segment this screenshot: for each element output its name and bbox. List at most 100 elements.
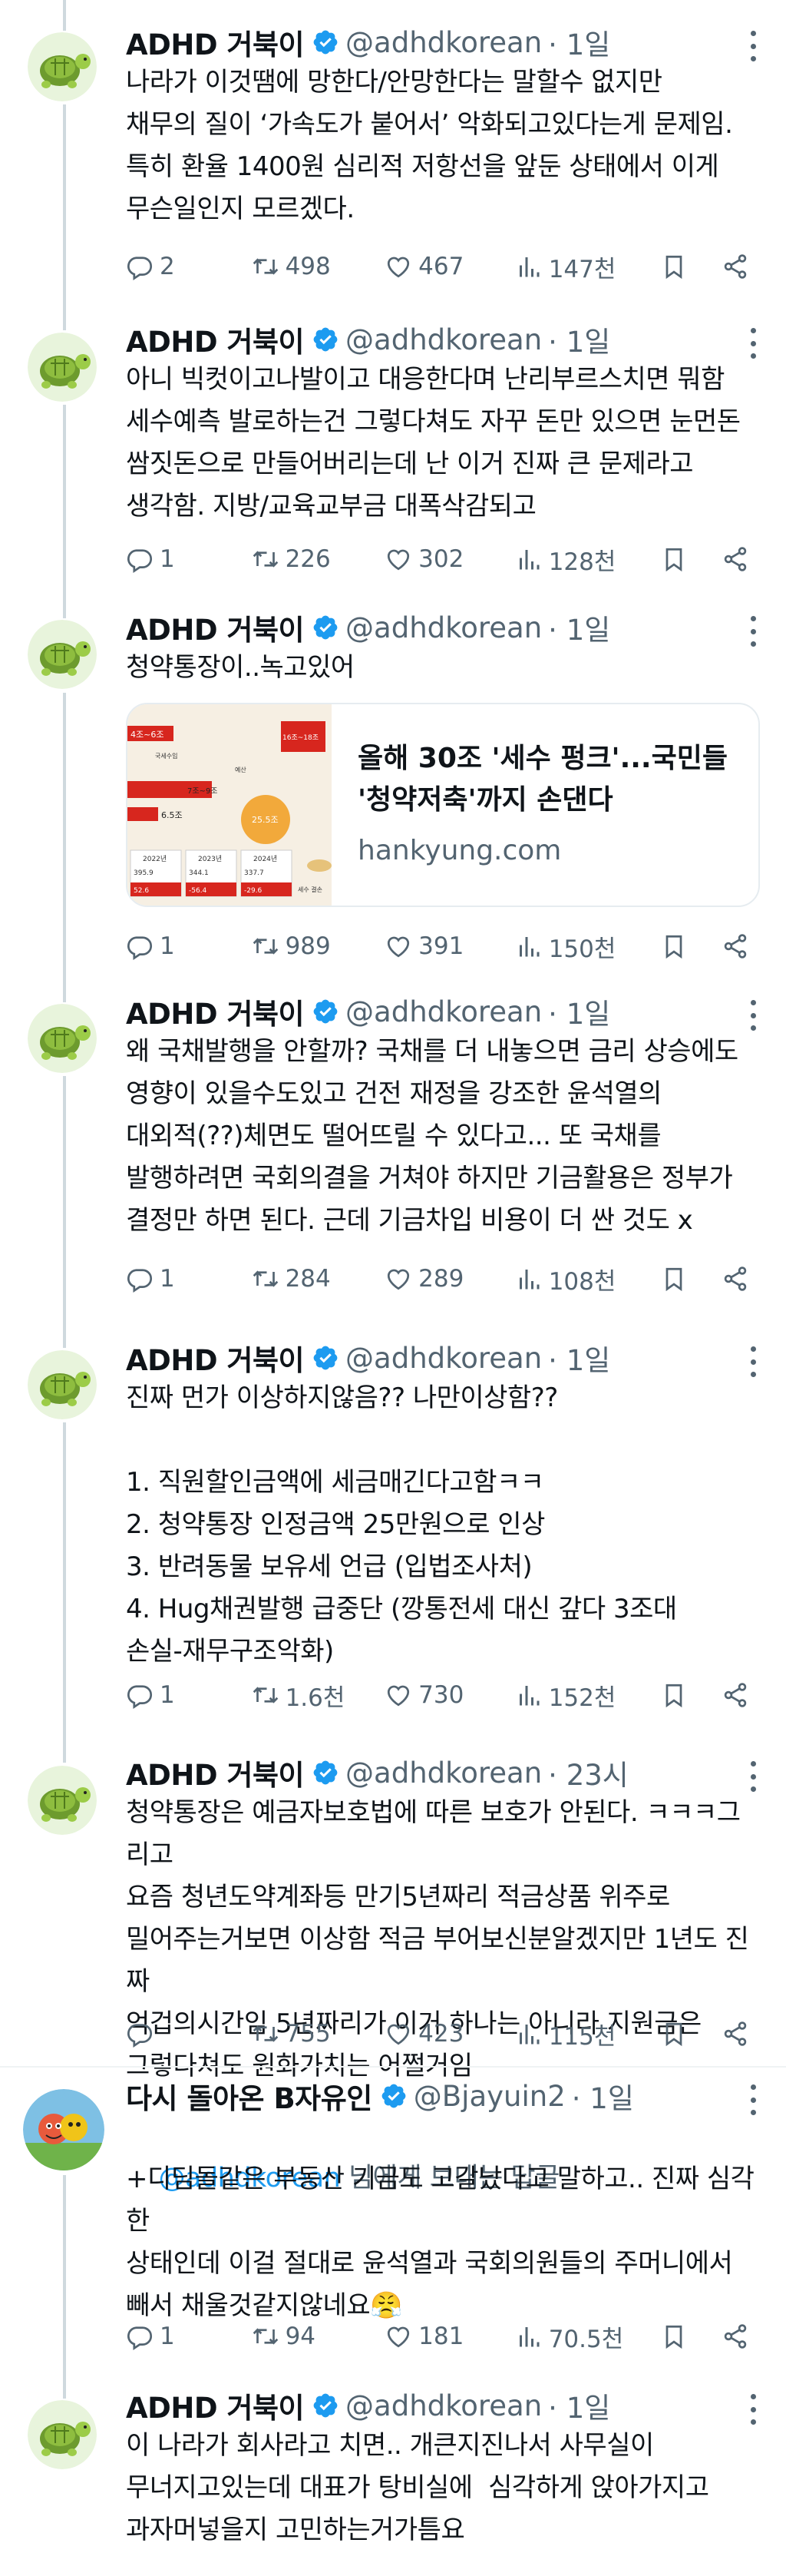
reply-icon <box>127 936 152 960</box>
reply-button[interactable]: 1 <box>126 1681 252 1709</box>
bookmark-button[interactable] <box>660 253 722 280</box>
action-bar: 1 94 181 70.5천 <box>126 2317 755 2356</box>
tweet-3[interactable]: ADHD 거북이 @adhdkorean · 1일 청약통장이..녹고있어 4조… <box>0 603 786 979</box>
avatar[interactable] <box>28 1004 97 1073</box>
display-name[interactable]: ADHD 거북이 <box>126 1752 305 1793</box>
like-button[interactable]: 181 <box>385 2323 515 2350</box>
bookmark-button[interactable] <box>660 1265 722 1293</box>
reply-count: 1 <box>160 1681 175 1709</box>
repost-button[interactable]: 1.6천 <box>252 1678 385 1713</box>
share-button[interactable] <box>722 545 755 573</box>
reply-button[interactable]: 1 <box>126 932 252 960</box>
handle[interactable]: @adhdkorean <box>345 995 542 1028</box>
more-options-icon[interactable] <box>748 2084 758 2115</box>
timestamp[interactable]: · 1일 <box>548 319 610 360</box>
display-name[interactable]: ADHD 거북이 <box>126 319 305 360</box>
avatar[interactable] <box>23 2089 104 2170</box>
more-options-icon[interactable] <box>748 1346 758 1377</box>
tweet-1[interactable]: ADHD 거북이 @adhdkorean · 1일 나라가 이것땜에 망한다/안… <box>0 0 786 311</box>
share-button[interactable] <box>722 2020 755 2048</box>
repost-button[interactable]: 755 <box>252 2020 385 2048</box>
more-options-icon[interactable] <box>748 616 758 647</box>
reply-button[interactable] <box>126 2020 252 2048</box>
timestamp[interactable]: · 1일 <box>548 2385 610 2426</box>
display-name[interactable]: ADHD 거북이 <box>126 22 305 63</box>
handle[interactable]: @adhdkorean <box>345 323 542 356</box>
handle[interactable]: @adhdkorean <box>345 1342 542 1375</box>
like-button[interactable]: 730 <box>385 1681 515 1709</box>
tweet-2[interactable]: ADHD 거북이 @adhdkorean · 1일 아니 빅컷이고나발이고 대응… <box>0 311 786 603</box>
handle[interactable]: @adhdkorean <box>345 26 542 59</box>
timestamp[interactable]: · 1일 <box>548 991 610 1032</box>
timestamp[interactable]: · 1일 <box>548 22 610 63</box>
card-title[interactable]: 올해 30조 '세수 펑크'...국민들 '청약저축'까지 손댄다 <box>358 738 741 821</box>
bookmark-button[interactable] <box>660 2020 722 2048</box>
handle[interactable]: @Bjayuin2 <box>414 2080 566 2113</box>
like-button[interactable]: 391 <box>385 932 515 960</box>
like-button[interactable]: 423 <box>385 2020 515 2048</box>
avatar[interactable] <box>28 32 97 101</box>
more-options-icon[interactable] <box>748 328 758 359</box>
heart-icon <box>388 1269 410 1290</box>
views-button[interactable]: 108천 <box>515 1262 661 1296</box>
repost-button[interactable]: 989 <box>252 932 385 960</box>
reply-tweet[interactable]: 다시 돌아온 B자유인 @Bjayuin2 · 1일 @adhdkorean 님… <box>0 2068 786 2362</box>
handle[interactable]: @adhdkorean <box>345 2389 542 2422</box>
timestamp[interactable]: · 23시 <box>548 1752 629 1793</box>
tweet-6[interactable]: ADHD 거북이 @adhdkorean · 23시 청약통장은 예금자보호법에… <box>0 1732 786 2081</box>
reply-button[interactable]: 1 <box>126 1265 252 1293</box>
display-name[interactable]: 다시 돌아온 B자유인 <box>126 2075 372 2117</box>
like-button[interactable]: 289 <box>385 1265 515 1293</box>
timestamp[interactable]: · 1일 <box>548 1337 610 1379</box>
bookmark-button[interactable] <box>660 932 722 960</box>
avatar[interactable] <box>28 333 97 402</box>
bookmark-button[interactable] <box>660 1681 722 1709</box>
more-options-icon[interactable] <box>748 1000 758 1031</box>
avatar[interactable] <box>28 2400 97 2469</box>
repost-button[interactable]: 226 <box>252 545 385 573</box>
tweet-4[interactable]: ADHD 거북이 @adhdkorean · 1일 왜 국채발행을 안할까? 국… <box>0 979 786 1317</box>
avatar[interactable] <box>28 620 97 689</box>
share-button[interactable] <box>722 1681 755 1709</box>
display-name[interactable]: ADHD 거북이 <box>126 607 305 648</box>
tweet-text: 진짜 먼가 이상하지않음?? 나만이상함?? 1. 직원할인금액에 세금매긴다고… <box>126 1382 677 1667</box>
handle[interactable]: @adhdkorean <box>345 1757 542 1790</box>
reply-button[interactable]: 2 <box>126 253 252 280</box>
link-preview-card[interactable]: 4조~6조 7조~9조 6.5조 16조~18조 25.5조 예산 국세수입 2… <box>126 703 760 907</box>
display-name[interactable]: ADHD 거북이 <box>126 1337 305 1379</box>
reply-count: 1 <box>160 545 175 573</box>
avatar[interactable] <box>28 1766 97 1835</box>
handle[interactable]: @adhdkorean <box>345 611 542 644</box>
reply-button[interactable]: 1 <box>126 2323 252 2350</box>
tweet-5[interactable]: ADHD 거북이 @adhdkorean · 1일 진짜 먼가 이상하지않음??… <box>0 1317 786 1732</box>
timestamp[interactable]: · 1일 <box>548 607 610 648</box>
repost-button[interactable]: 284 <box>252 1265 385 1293</box>
repost-button[interactable]: 498 <box>252 253 385 280</box>
action-bar: 1 226 302 128천 <box>126 540 755 578</box>
more-options-icon[interactable] <box>748 31 758 61</box>
repost-button[interactable]: 94 <box>252 2323 385 2350</box>
share-button[interactable] <box>722 2323 755 2350</box>
card-domain[interactable]: hankyung.com <box>358 835 561 866</box>
more-options-icon[interactable] <box>748 2394 758 2425</box>
reply-button[interactable]: 1 <box>126 545 252 573</box>
share-button[interactable] <box>722 1265 755 1293</box>
bookmark-button[interactable] <box>660 2323 722 2350</box>
like-button[interactable]: 467 <box>385 253 515 280</box>
share-button[interactable] <box>722 932 755 960</box>
tweet-8[interactable]: ADHD 거북이 @adhdkorean · 1일 이 나라가 회사라고 치면.… <box>0 2362 786 2576</box>
views-button[interactable]: 152천 <box>515 1678 661 1713</box>
bookmark-button[interactable] <box>660 545 722 573</box>
display-name[interactable]: ADHD 거북이 <box>126 2385 305 2426</box>
share-button[interactable] <box>722 253 755 280</box>
avatar[interactable] <box>28 1350 97 1419</box>
views-button[interactable]: 150천 <box>515 929 661 964</box>
more-options-icon[interactable] <box>748 1761 758 1792</box>
views-button[interactable]: 128천 <box>515 542 661 577</box>
views-button[interactable]: 115천 <box>515 2017 661 2051</box>
views-button[interactable]: 147천 <box>515 250 661 284</box>
display-name[interactable]: ADHD 거북이 <box>126 991 305 1032</box>
like-button[interactable]: 302 <box>385 545 515 573</box>
views-button[interactable]: 70.5천 <box>515 2319 661 2354</box>
timestamp[interactable]: · 1일 <box>572 2075 634 2117</box>
